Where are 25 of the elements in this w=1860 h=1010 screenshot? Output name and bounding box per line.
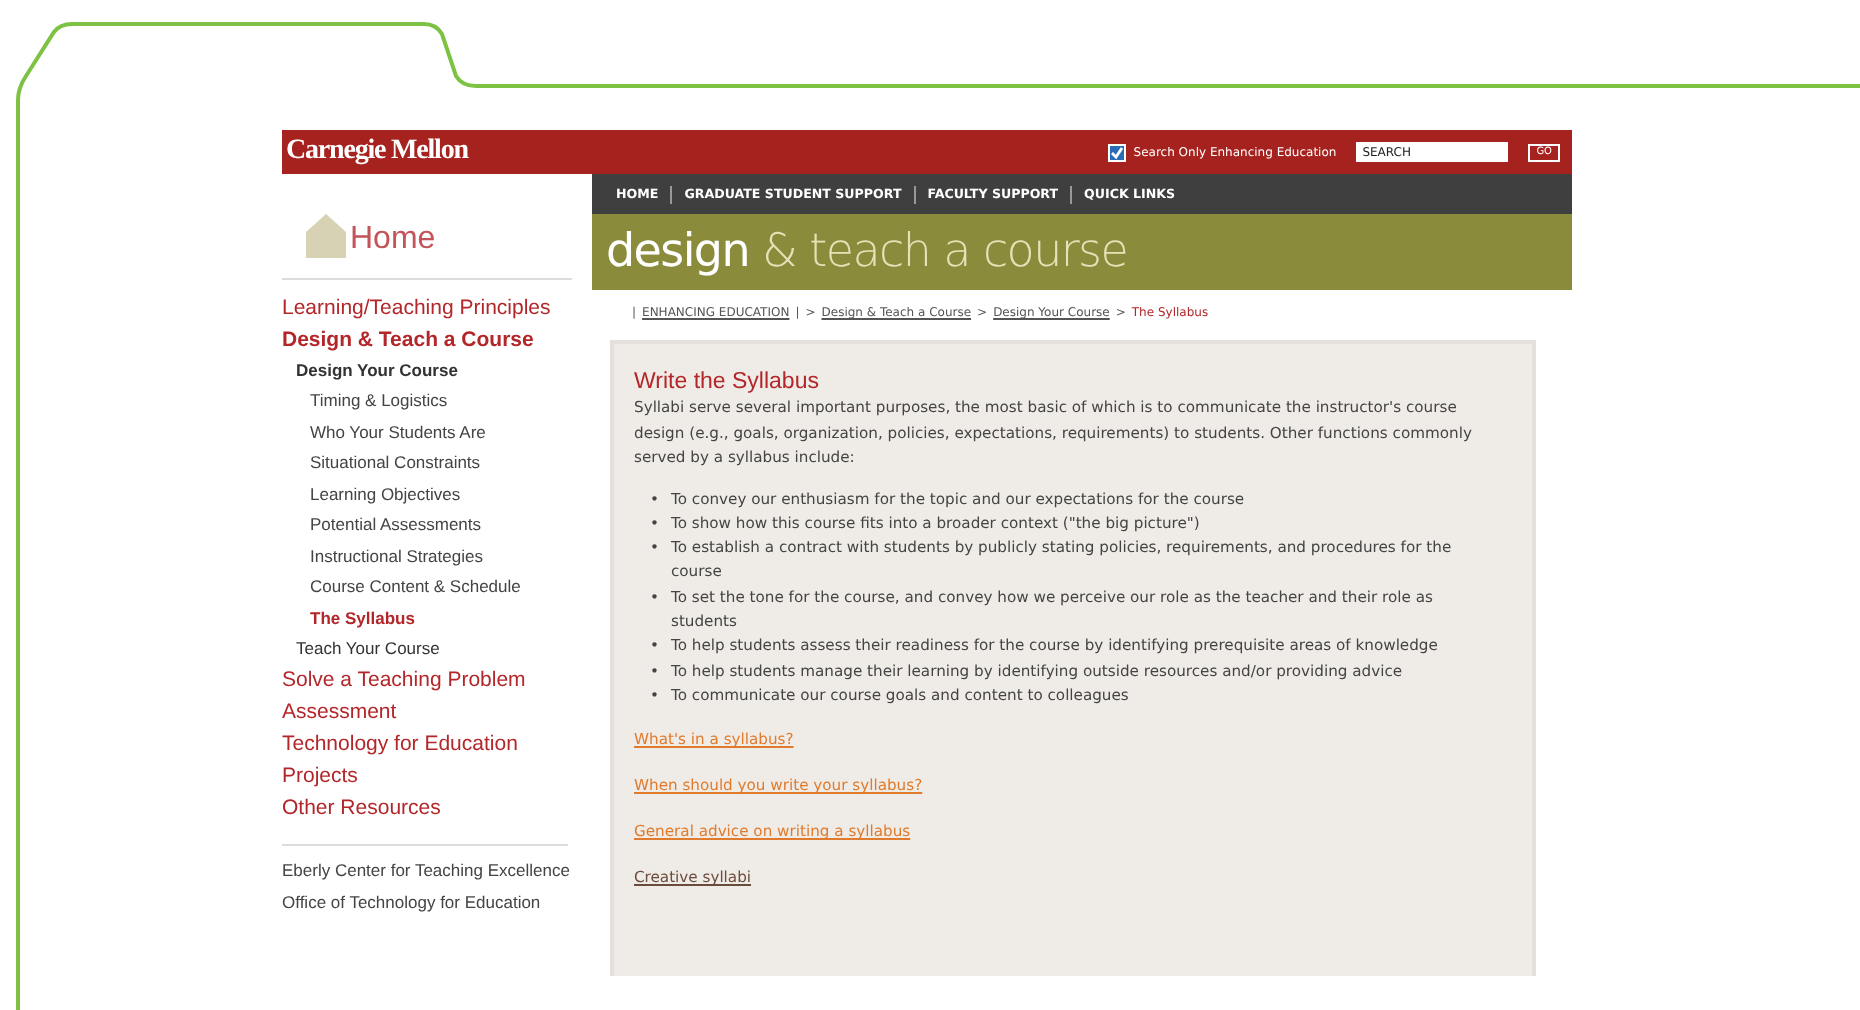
- sidebar-item[interactable]: Solve a Teaching Problem: [282, 664, 592, 696]
- banner-title: design & teach a course: [606, 226, 1128, 278]
- sidebar-subitem[interactable]: Potential Assessments: [310, 510, 592, 541]
- sidebar-subitem[interactable]: Who Your Students Are: [310, 417, 592, 448]
- sidebar-subitem[interactable]: Situational Constraints: [310, 448, 592, 479]
- sidebar-link[interactable]: Eberly Center for Teaching Excellence: [282, 858, 582, 884]
- sidebar-subitem[interactable]: Course Content & Schedule: [310, 572, 592, 603]
- sidebar-subitem[interactable]: Teach Your Course: [296, 634, 592, 664]
- sidebar-item[interactable]: Other Resources: [282, 792, 592, 824]
- home-link[interactable]: Home: [306, 210, 592, 258]
- sidebar-item[interactable]: Projects: [282, 760, 592, 792]
- sidebar-subitem[interactable]: Design Your Course: [296, 356, 592, 386]
- house-icon: [306, 214, 346, 258]
- checkbox[interactable]: [1107, 143, 1126, 161]
- sidebar-subitem[interactable]: Instructional Strategies: [310, 541, 592, 572]
- sidebar-subitem[interactable]: Timing & Logistics: [310, 386, 592, 417]
- article-title: Write the Syllabus: [634, 368, 821, 396]
- sidebar-link[interactable]: Office of Technology for Education: [282, 890, 582, 916]
- sidebar-item[interactable]: Technology for Education: [282, 728, 592, 760]
- sidebar-subitem[interactable]: Learning Objectives: [310, 479, 592, 510]
- sidebar-subitem[interactable]: The Syllabus: [310, 603, 592, 634]
- sidebar-item[interactable]: Design & Teach a Course: [282, 324, 592, 356]
- sidebar-item[interactable]: Assessment: [282, 696, 592, 728]
- site-logo: Carnegie Mellon: [286, 136, 468, 168]
- sidebar-item[interactable]: Learning/Teaching Principles: [282, 292, 592, 324]
